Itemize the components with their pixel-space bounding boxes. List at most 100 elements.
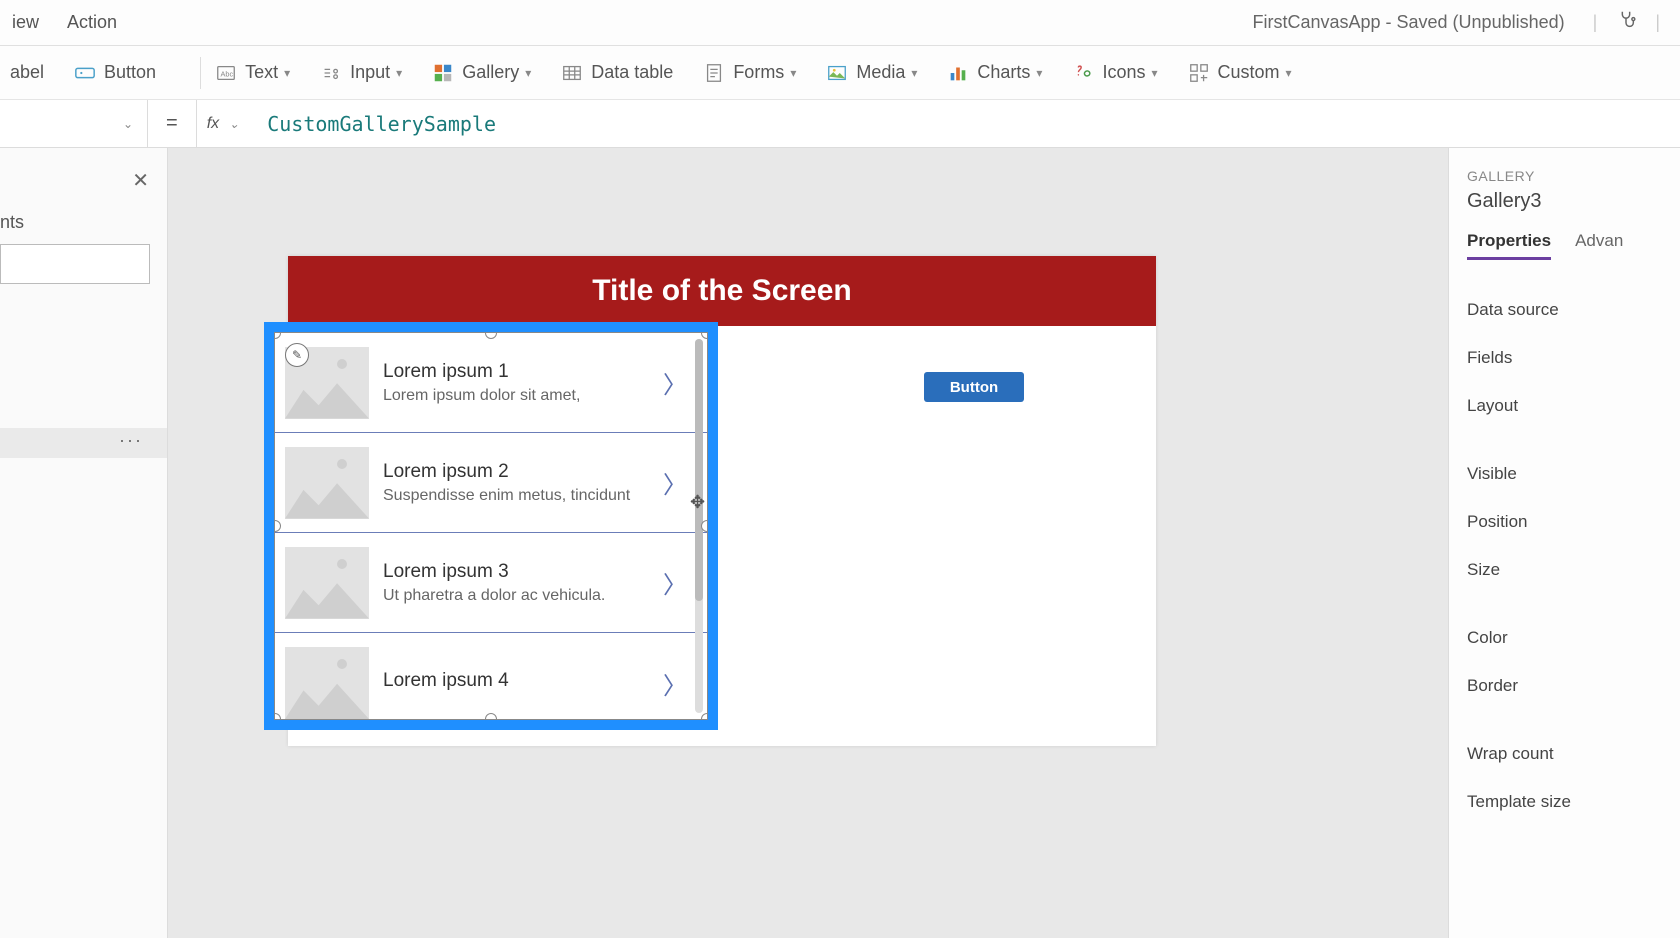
scrollbar-thumb[interactable] [695, 339, 703, 601]
tab-advanced[interactable]: Advan [1575, 231, 1623, 260]
forms-icon [703, 62, 725, 84]
gallery-row[interactable]: Lorem ipsum 1 Lorem ipsum dolor sit amet… [275, 333, 707, 433]
chevron-down-icon: ▾ [790, 66, 796, 80]
formula-input[interactable]: CustomGallerySample [249, 112, 514, 136]
resize-handle[interactable] [485, 713, 497, 720]
chevron-down-icon: ▾ [911, 66, 917, 80]
ribbon-custom[interactable]: Custom ▾ [1188, 62, 1292, 84]
chevron-right-icon[interactable]: 〉 [663, 666, 687, 701]
input-icon [320, 62, 342, 84]
left-tree-pane: ✕ nts ··· [0, 148, 168, 938]
ribbon-datatable[interactable]: Data table [561, 62, 673, 84]
row-subtitle: Lorem ipsum dolor sit amet, [383, 387, 655, 405]
screen-header: Title of the Screen [288, 256, 1156, 326]
screen-title: Title of the Screen [592, 274, 852, 308]
gallery-row[interactable]: Lorem ipsum 2 Suspendisse enim metus, ti… [275, 433, 707, 533]
chevron-right-icon[interactable]: 〉 [663, 565, 687, 600]
prop-size[interactable]: Size [1467, 546, 1662, 594]
gallery-inner: ✎ Lorem ipsum 1 Lorem ipsum dolor sit am… [274, 332, 708, 720]
ribbon-icons[interactable]: Icons ▾ [1072, 62, 1157, 84]
button-icon [74, 62, 96, 84]
gallery-icon [432, 62, 454, 84]
props-tabs: Properties Advan [1467, 231, 1662, 260]
menu-action[interactable]: Action [67, 12, 117, 33]
tree-search-input[interactable] [0, 244, 150, 284]
prop-border[interactable]: Border [1467, 662, 1662, 710]
ribbon-button[interactable]: Button [74, 62, 156, 84]
chevron-down-icon: ⌄ [123, 117, 133, 131]
top-menu-bar: iew Action FirstCanvasApp - Saved (Unpub… [0, 0, 1680, 46]
ribbon-input[interactable]: Input ▾ [320, 62, 402, 84]
gallery-row[interactable]: Lorem ipsum 3 Ut pharetra a dolor ac veh… [275, 533, 707, 633]
ribbon-charts[interactable]: Charts ▾ [947, 62, 1042, 84]
chevron-down-icon: ⌄ [229, 117, 239, 131]
prop-fields[interactable]: Fields [1467, 334, 1662, 382]
ribbon-datatable-text: Data table [591, 62, 673, 83]
ribbon-gallery[interactable]: Gallery ▾ [432, 62, 531, 84]
health-icon[interactable] [1615, 9, 1637, 36]
chevron-down-icon: ▾ [1036, 66, 1042, 80]
row-subtitle: Ut pharetra a dolor ac vehicula. [383, 587, 655, 605]
ribbon-forms[interactable]: Forms ▾ [703, 62, 796, 84]
ribbon-icons-text: Icons [1102, 62, 1145, 83]
ribbon-label-text: abel [10, 62, 44, 83]
ribbon-text[interactable]: Abc Text ▾ [215, 62, 290, 84]
prop-wrap-count[interactable]: Wrap count [1467, 730, 1662, 778]
row-title: Lorem ipsum 1 [383, 361, 655, 383]
prop-template-size[interactable]: Template size [1467, 778, 1662, 826]
image-placeholder-icon [285, 647, 369, 719]
resize-handle[interactable] [701, 520, 708, 532]
ribbon-media-text: Media [856, 62, 905, 83]
prop-color[interactable]: Color [1467, 614, 1662, 662]
row-title: Lorem ipsum 2 [383, 461, 655, 483]
ribbon-custom-text: Custom [1218, 62, 1280, 83]
canvas-area[interactable]: Title of the Screen Button ✎ Lorem [168, 148, 1448, 938]
prop-layout[interactable]: Layout [1467, 382, 1662, 430]
top-divider-2: | [1655, 12, 1660, 33]
equals-sign: = [148, 112, 196, 135]
chevron-down-icon: ▾ [1286, 66, 1292, 80]
ribbon-media[interactable]: Media ▾ [826, 62, 917, 84]
ribbon-button-text: Button [104, 62, 156, 83]
chevron-right-icon[interactable]: 〉 [663, 365, 687, 400]
prop-position[interactable]: Position [1467, 498, 1662, 546]
ribbon-separator [200, 57, 201, 89]
icons-icon [1072, 62, 1094, 84]
media-icon [826, 62, 848, 84]
ribbon-gallery-text: Gallery [462, 62, 519, 83]
tree-item-more-icon[interactable]: ··· [119, 430, 143, 451]
gallery-row[interactable]: Lorem ipsum 4 〉 [275, 633, 707, 720]
app-state-label: FirstCanvasApp - Saved (Unpublished) [1252, 12, 1564, 33]
tab-properties[interactable]: Properties [1467, 231, 1551, 260]
image-placeholder-icon [285, 447, 369, 519]
insert-ribbon: abel Button Abc Text ▾ Input ▾ Gallery ▾… [0, 46, 1680, 100]
selected-gallery[interactable]: ✎ Lorem ipsum 1 Lorem ipsum dolor sit am… [264, 322, 718, 730]
left-pane-heading: nts [0, 212, 24, 233]
chevron-down-icon: ▾ [525, 66, 531, 80]
chevron-right-icon[interactable]: 〉 [663, 465, 687, 500]
row-title: Lorem ipsum 4 [383, 670, 655, 692]
ribbon-forms-text: Forms [733, 62, 784, 83]
close-icon[interactable]: ✕ [132, 168, 149, 193]
text-icon: Abc [215, 62, 237, 84]
edit-template-icon[interactable]: ✎ [285, 343, 309, 367]
svg-text:Abc: Abc [221, 69, 234, 78]
row-subtitle: Suspendisse enim metus, tincidunt [383, 487, 655, 505]
menu-view[interactable]: iew [12, 12, 39, 33]
prop-visible[interactable]: Visible [1467, 450, 1662, 498]
canvas-button[interactable]: Button [924, 372, 1024, 402]
top-divider: | [1593, 12, 1598, 33]
property-selector[interactable]: ⌄ [0, 100, 148, 147]
datatable-icon [561, 62, 583, 84]
row-title: Lorem ipsum 3 [383, 561, 655, 583]
ribbon-label[interactable]: abel [10, 62, 44, 83]
chevron-down-icon: ▾ [396, 66, 402, 80]
ribbon-input-text: Input [350, 62, 390, 83]
properties-pane: Gallery Gallery3 Properties Advan Data s… [1448, 148, 1680, 938]
resize-handle[interactable] [701, 713, 708, 720]
control-name[interactable]: Gallery3 [1467, 190, 1662, 213]
control-type-label: Gallery [1467, 168, 1662, 184]
fx-button[interactable]: fx⌄ [196, 100, 250, 147]
formula-bar: ⌄ = fx⌄ CustomGallerySample [0, 100, 1680, 148]
prop-data-source[interactable]: Data source [1467, 286, 1662, 334]
